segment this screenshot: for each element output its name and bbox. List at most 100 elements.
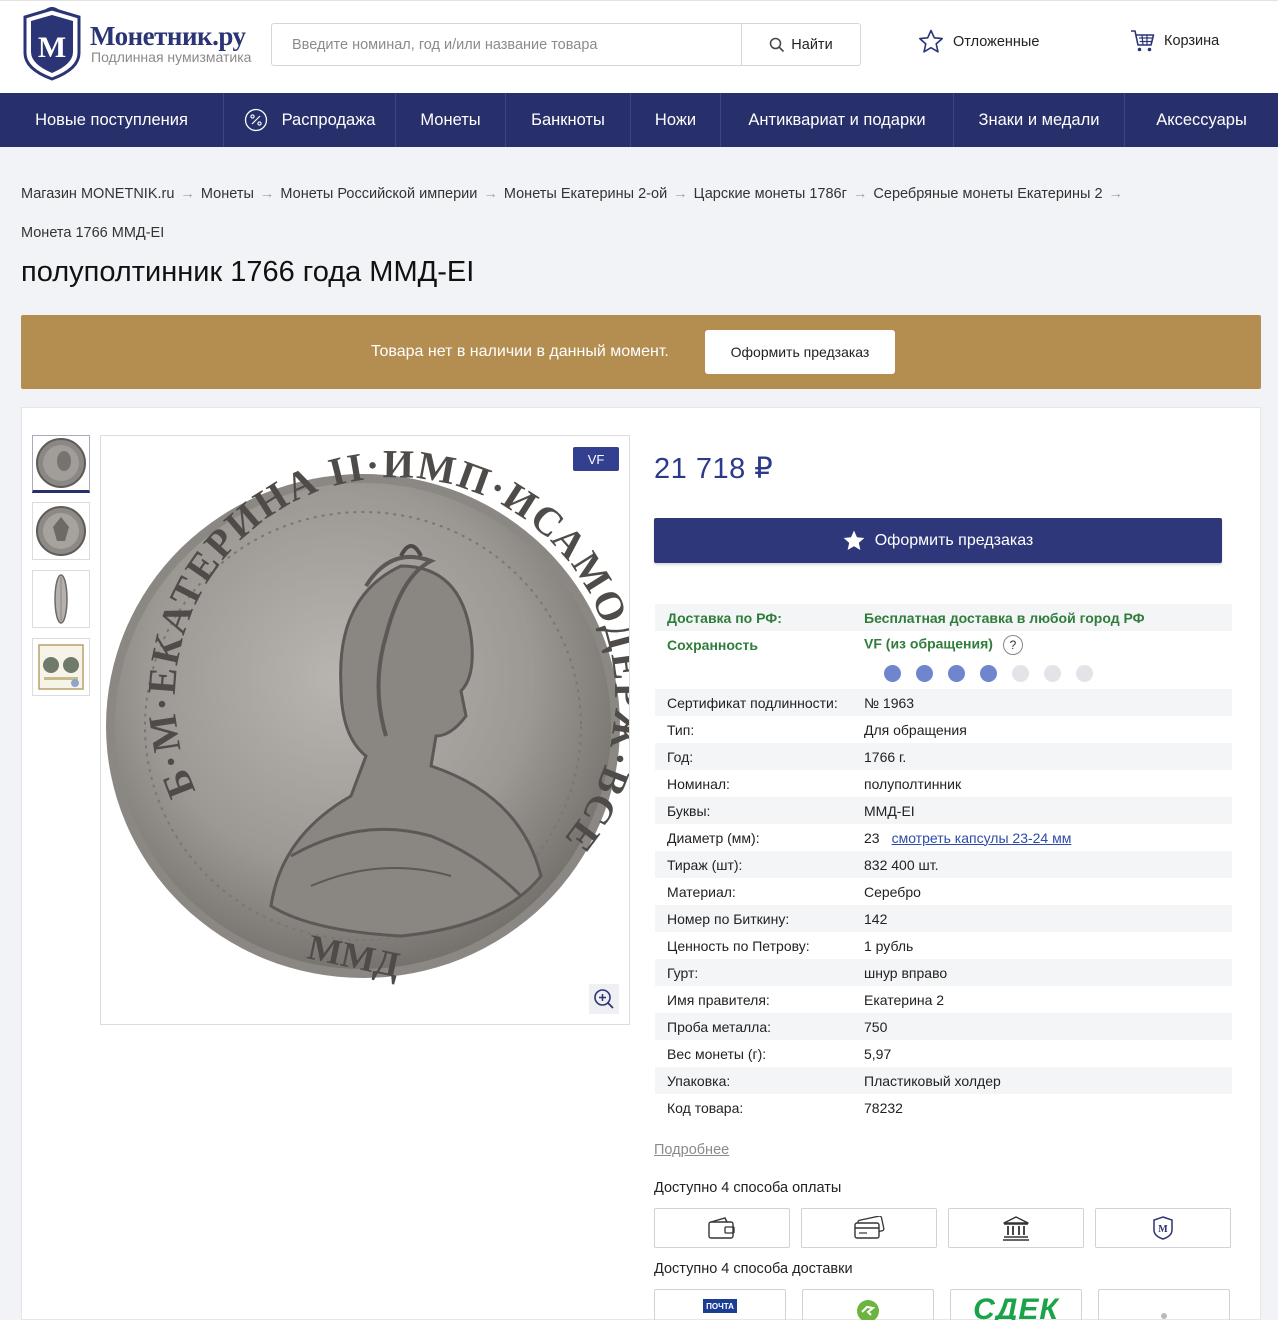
wallet-icon <box>708 1217 735 1239</box>
breadcrumb-link-catherine[interactable]: Монеты Екатерины 2-ой <box>504 186 667 202</box>
condition-help-icon[interactable]: ? <box>1002 634 1023 655</box>
spec-value: Серебро <box>864 884 1232 900</box>
coin-obverse-thumb-icon <box>36 438 86 488</box>
spec-label: Упаковка: <box>667 1072 731 1089</box>
spec-row: Имя правителя: Екатерина 2 <box>655 986 1232 1013</box>
preorder-button-label: Оформить предзаказ <box>874 531 1034 549</box>
cart-link[interactable]: Корзина <box>1130 29 1219 53</box>
condition-dot <box>884 665 901 682</box>
saved-label: Отложенные <box>953 33 1040 50</box>
spec-row: Сертификат подлинности: № 1963 <box>655 689 1232 716</box>
spec-label: Год: <box>667 748 694 765</box>
delivery-method-courier[interactable] <box>802 1289 934 1320</box>
breadcrumb-arrow-icon: → <box>673 186 688 202</box>
logo-name: Монетник.ру <box>90 21 246 51</box>
grade-badge: VF <box>573 447 619 471</box>
thumbnail-obverse[interactable] <box>32 435 90 493</box>
thumbnail-reverse[interactable] <box>32 502 90 560</box>
payment-method-store[interactable]: M <box>1095 1208 1231 1248</box>
spec-value: 832 400 шт. <box>864 857 1232 873</box>
saved-items-link[interactable]: Отложенные <box>918 29 1039 54</box>
spec-value: Екатерина 2 <box>864 992 1232 1008</box>
spec-label: Тип: <box>667 721 695 738</box>
product-image[interactable]: Б·М·ЕКАТЕРИНА II·ИМП·ИСАМОДЕРЖ·ВСЕРОС ММ… <box>84 400 649 1025</box>
spec-value: 23 смотреть капсулы 23-24 мм <box>864 830 1232 846</box>
breadcrumb-link-coins[interactable]: Монеты <box>201 186 254 202</box>
breadcrumb-link-shop[interactable]: Магазин MONETNIK.ru <box>21 186 174 202</box>
zoom-button[interactable] <box>589 984 619 1014</box>
nav-item-coins[interactable]: Монеты <box>396 93 506 147</box>
nav-item-antiques[interactable]: Антиквариат и подарки <box>721 93 954 147</box>
condition-dot <box>948 665 965 682</box>
spec-row-condition: Сохранность VF (из обращения)? <box>655 631 1232 658</box>
credit-card-icon <box>854 1216 885 1239</box>
payment-method-bank[interactable] <box>948 1208 1084 1248</box>
spec-row: Буквы: ММД-EI <box>655 797 1232 824</box>
spec-value-text: шнур вправо <box>864 964 948 981</box>
payment-method-card[interactable] <box>801 1208 937 1248</box>
preorder-notice-button[interactable]: Оформить предзаказ <box>705 330 895 374</box>
spec-value: 5,97 <box>864 1046 1232 1062</box>
spec-row: Тираж (шт): 832 400 шт. <box>655 851 1232 878</box>
condition-dot <box>1012 665 1029 682</box>
spec-row: Гурт: шнур вправо <box>655 959 1232 986</box>
condition-dot <box>980 665 997 682</box>
page-title: полуполтинник 1766 года ММД-EI <box>21 256 475 288</box>
russian-post-logo: ПОЧТА <box>703 1299 737 1313</box>
nav-item-accessories[interactable]: Аксессуары <box>1125 93 1278 147</box>
search-button[interactable]: Найти <box>741 24 860 65</box>
spec-row: Материал: Серебро <box>655 878 1232 905</box>
breadcrumb-arrow-icon: → <box>259 186 275 202</box>
product-card: Б·М·ЕКАТЕРИНА II·ИМП·ИСАМОДЕРЖ·ВСЕРОС ММ… <box>21 400 1261 1320</box>
spec-value: 142 <box>864 911 1232 927</box>
delivery-method-post[interactable]: ПОЧТА <box>654 1289 786 1320</box>
thumbnail-certificate[interactable] <box>32 638 90 696</box>
breadcrumb-link-empire[interactable]: Монеты Российской империи <box>280 186 477 202</box>
payment-methods-title: Доступно 4 способа оплаты <box>654 1180 842 1196</box>
spec-row: Номинал: полуполтинник <box>655 770 1232 797</box>
site-logo[interactable]: M Монетник.ру Подлинная нумизматика <box>21 7 261 81</box>
nav-item-knives[interactable]: Ножи <box>631 93 721 147</box>
spec-value: 1 рубль <box>864 938 1232 954</box>
nav-item-banknotes[interactable]: Банкноты <box>506 93 631 147</box>
cart-label: Корзина <box>1164 33 1220 49</box>
delivery-method-cdek[interactable]: СДЕК <box>950 1289 1082 1320</box>
spec-value-text: Пластиковый холдер <box>864 1072 1001 1089</box>
search-bar: Найти <box>271 23 861 66</box>
spec-label: Материал: <box>667 883 736 900</box>
condition-dot <box>916 665 933 682</box>
spec-row: Код товара: 78232 <box>655 1094 1232 1121</box>
thumbnail-edge[interactable] <box>32 570 90 628</box>
breadcrumb-link-silver[interactable]: Серебряные монеты Екатерины 2 <box>873 186 1102 202</box>
nav-item-new-arrivals[interactable]: Новые поступления <box>0 93 224 147</box>
spec-value-text: 1 рубль <box>864 937 914 954</box>
more-details-link[interactable]: Подробнее <box>654 1142 729 1158</box>
spec-value-text: 832 400 шт. <box>864 856 939 873</box>
breadcrumb-link-1786[interactable]: Царские монеты 1786г <box>694 186 847 202</box>
site-header: M Монетник.ру Подлинная нумизматика Найт… <box>0 0 1278 93</box>
breadcrumb-arrow-icon: → <box>483 186 498 202</box>
search-input[interactable] <box>272 24 741 65</box>
pickup-point-icon <box>1161 1313 1167 1319</box>
spec-value: 1766 г. <box>864 749 1232 765</box>
spec-label: Диаметр (мм): <box>667 829 760 846</box>
spec-label: Тираж (шт): <box>667 856 743 873</box>
spec-value-text: Для обращения <box>864 721 967 738</box>
nav-item-sale[interactable]: Распродажа <box>224 93 396 147</box>
nav-item-medals[interactable]: Знаки и медали <box>954 93 1125 147</box>
capsule-link[interactable]: смотреть капсулы 23-24 мм <box>892 830 1072 846</box>
delivery-method-pickup[interactable] <box>1098 1289 1230 1320</box>
coin-image: Б·М·ЕКАТЕРИНА II·ИМП·ИСАМОДЕРЖ·ВСЕРОС ММ… <box>84 400 649 985</box>
bank-icon <box>1003 1216 1029 1241</box>
spec-label: Гурт: <box>667 964 699 981</box>
breadcrumb-arrow-icon: → <box>1108 186 1124 202</box>
breadcrumb-arrow-icon: → <box>180 186 195 202</box>
condition-scale <box>655 658 1232 689</box>
spec-row: Тип: Для обращения <box>655 716 1232 743</box>
coin-edge-thumb-icon <box>54 574 68 624</box>
preorder-button[interactable]: Оформить предзаказ <box>654 518 1222 563</box>
star-filled-icon <box>843 530 865 550</box>
out-of-stock-notice: Товара нет в наличии в данный момент. Оф… <box>21 315 1261 389</box>
payment-method-wallet[interactable] <box>654 1208 790 1248</box>
spec-label: Номинал: <box>667 775 730 792</box>
